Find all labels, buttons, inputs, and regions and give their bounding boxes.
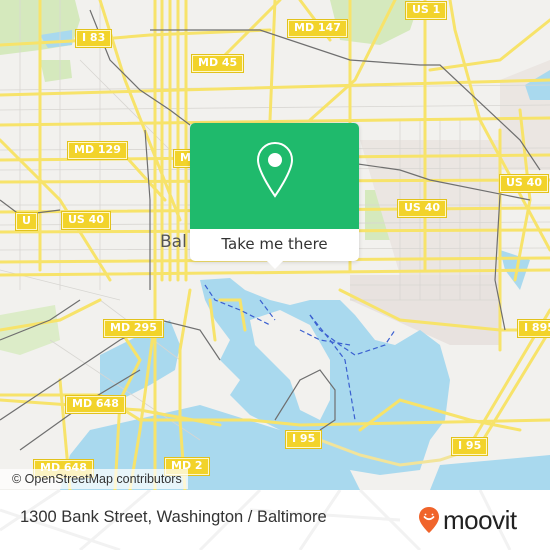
address-label: 1300 Bank Street, Washington / Baltimore bbox=[20, 508, 327, 526]
road-shield-us40-right: US 40 bbox=[397, 199, 447, 218]
road-shield-us40-partial: U bbox=[15, 212, 38, 231]
moovit-smile-pin-icon bbox=[419, 507, 439, 533]
map-view[interactable]: US 1 MD 147 I 83 MD 45 MD 129 MD U US 40… bbox=[0, 0, 550, 490]
footer: 1300 Bank Street, Washington / Baltimore… bbox=[0, 490, 550, 550]
road-shield-md129: MD 129 bbox=[67, 141, 128, 160]
road-shield-i95-right: I 95 bbox=[450, 437, 489, 456]
popup-header bbox=[190, 123, 359, 229]
take-me-there-button[interactable]: Take me there bbox=[190, 229, 359, 261]
road-shield-i895: I 895 bbox=[517, 319, 550, 338]
moovit-wordmark: moovit bbox=[443, 505, 517, 535]
road-shield-md147: MD 147 bbox=[287, 19, 348, 38]
map-attribution[interactable]: © OpenStreetMap contributors bbox=[0, 469, 188, 489]
map-pin-icon bbox=[256, 141, 294, 198]
road-shield-md295: MD 295 bbox=[103, 319, 164, 338]
popup-pointer bbox=[266, 260, 284, 269]
park-area bbox=[40, 60, 72, 82]
road-shield-us40-left: US 40 bbox=[61, 211, 111, 230]
moovit-logo[interactable]: moovit bbox=[418, 505, 517, 535]
road-shield-i83: I 83 bbox=[74, 29, 113, 48]
road-shield-md648-upper: MD 648 bbox=[65, 395, 126, 414]
bay-water bbox=[430, 455, 550, 490]
city-label: Bal bbox=[160, 232, 187, 252]
road-shield-us1: US 1 bbox=[404, 1, 448, 20]
road-shield-i95-left: I 95 bbox=[284, 430, 323, 449]
road-shield-us40-far-right: US 40 bbox=[499, 174, 549, 193]
location-popup: Take me there bbox=[190, 123, 359, 269]
road-shield-md45: MD 45 bbox=[190, 54, 245, 73]
